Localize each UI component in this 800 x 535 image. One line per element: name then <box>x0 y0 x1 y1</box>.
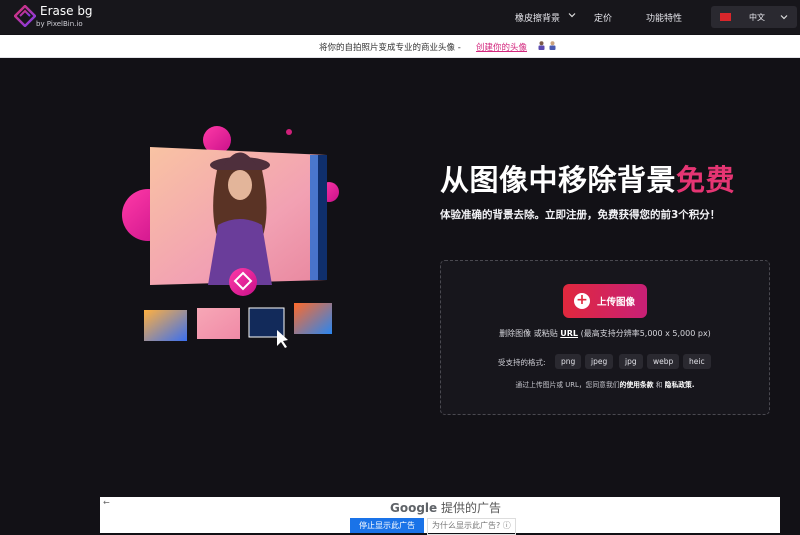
hero-subtitle: 体验准确的背景去除。立即注册，免费获得您的前3个积分！ <box>440 209 721 221</box>
nav-item-features[interactable]: 功能特性 <box>646 11 682 24</box>
ad-provider: Google 提供的广告 <box>390 499 501 516</box>
format-badge: webp <box>647 354 680 369</box>
logo-subtitle: by PixelBin.io <box>36 20 83 28</box>
upload-hint: 删除图像 或粘贴 URL (最高支持分辨率5,000 x 5,000 px) <box>441 328 769 339</box>
logo-title: Erase bg <box>40 4 93 18</box>
banner-create-avatar-link[interactable]: 创建你的头像 <box>476 41 527 53</box>
ad-provided-label: 提供的广告 <box>441 501 502 515</box>
chevron-down-icon <box>780 15 788 20</box>
china-flag-icon <box>720 13 731 21</box>
format-badge: png <box>555 354 582 369</box>
promo-banner: 将你的自拍照片变成专业的商业头像 - 创建你的头像 <box>0 35 800 58</box>
businessman-emoji-icon <box>549 41 556 50</box>
upload-button-label: 上传图像 <box>597 297 636 308</box>
plus-icon: + <box>574 293 590 309</box>
format-badge: heic <box>683 354 711 369</box>
why-ad-label: 为什么显示此广告? <box>432 521 501 530</box>
paste-url-link[interactable]: URL <box>560 329 578 338</box>
nav-item-pricing[interactable]: 定价 <box>594 11 612 24</box>
google-ad-panel: ← Google 提供的广告 停止显示此广告 为什么显示此广告? ⓘ <box>100 497 780 535</box>
why-this-ad-button[interactable]: 为什么显示此广告? ⓘ <box>427 518 516 535</box>
hint-prefix: 删除图像 或粘贴 <box>499 329 558 338</box>
banner-text: 将你的自拍照片变成专业的商业头像 - <box>319 43 461 53</box>
hint-suffix: (最高支持分辨率5,000 x 5,000 px) <box>580 329 711 338</box>
terms-notice: 通过上传图片或 URL，您同意我们的使用条款 和 隐私政策. <box>441 379 769 389</box>
nav-item-erase-bg[interactable]: 橡皮擦背景 <box>515 11 560 24</box>
hero-title-free: 免费 <box>676 163 736 197</box>
format-badge: jpg <box>619 354 643 369</box>
upload-dropzone[interactable]: + 上传图像 删除图像 或粘贴 URL (最高支持分辨率5,000 x 5,00… <box>440 260 770 415</box>
format-badge: jpeg <box>585 354 614 369</box>
hero-illustration <box>122 126 339 348</box>
formats-label: 受支持的格式: <box>498 358 546 367</box>
chevron-down-icon[interactable] <box>568 11 576 19</box>
google-label: Google <box>390 501 438 515</box>
language-selector[interactable]: 中文 <box>711 6 797 28</box>
hero-title: 从图像中移除背景免费 <box>440 157 735 199</box>
stop-ad-button[interactable]: 停止显示此广告 <box>350 518 424 533</box>
businesswoman-emoji-icon <box>538 41 545 50</box>
terms-prefix: 通过上传图片或 URL，您同意我们 <box>515 381 620 389</box>
back-arrow-icon[interactable]: ← <box>103 498 110 507</box>
terms-mid: 和 <box>655 381 663 389</box>
hero-title-main: 从图像中移除背景 <box>440 163 677 197</box>
language-label: 中文 <box>749 13 765 22</box>
privacy-policy-link[interactable]: 隐私政策. <box>665 381 695 389</box>
top-nav: Erase bg by PixelBin.io 橡皮擦背景 定价 功能特性 中文 <box>0 0 800 34</box>
terms-of-use-link[interactable]: 的使用条款 <box>620 381 654 389</box>
erase-bg-logo-icon <box>14 5 36 27</box>
upload-image-button[interactable]: + 上传图像 <box>563 284 647 318</box>
